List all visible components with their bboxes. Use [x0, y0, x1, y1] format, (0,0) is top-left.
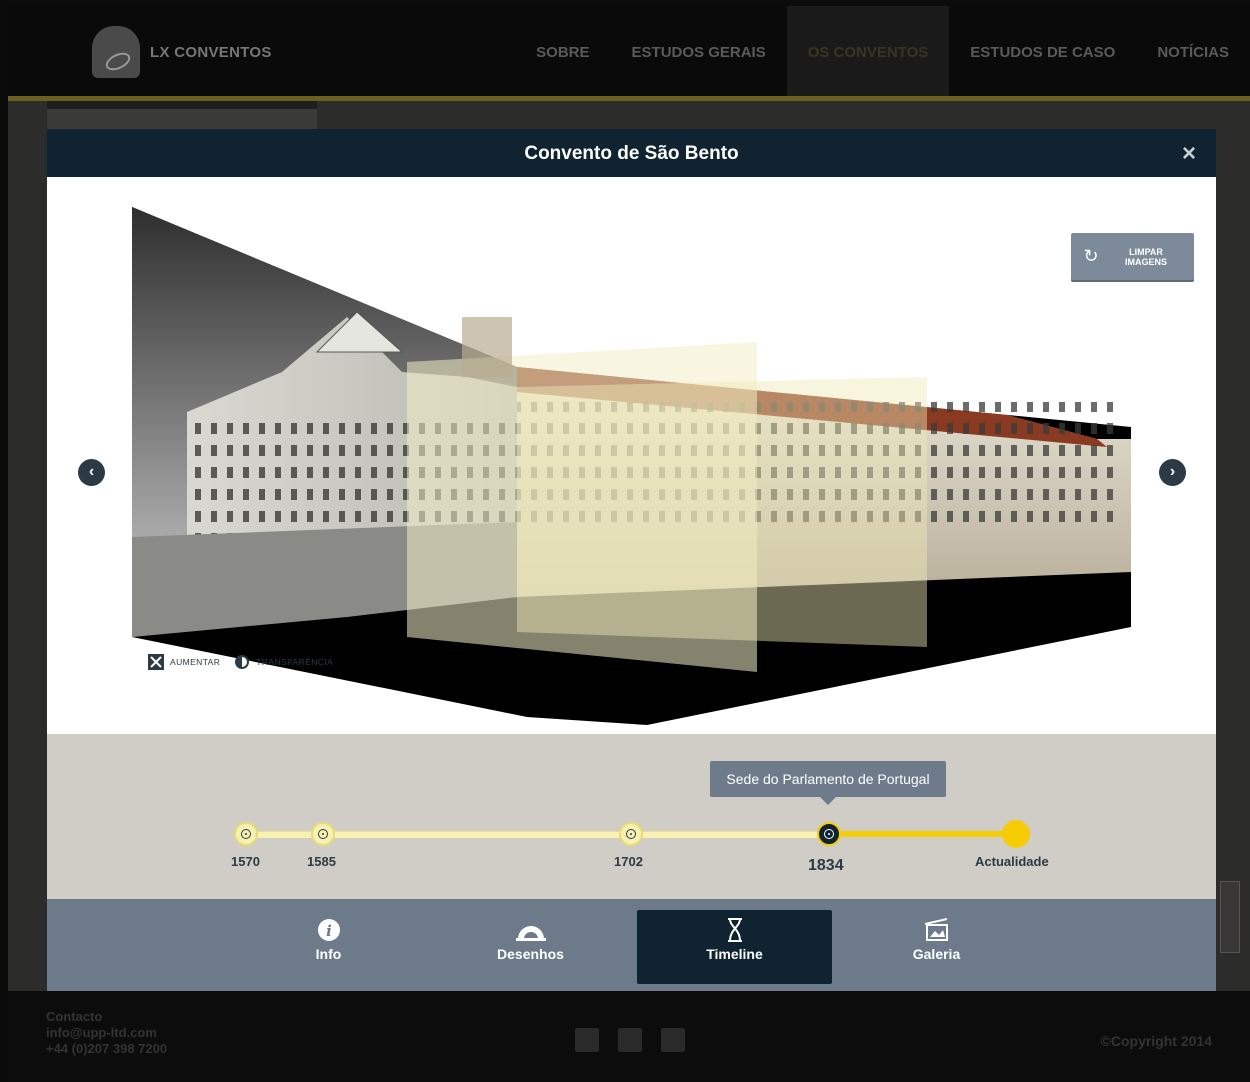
facebook-icon[interactable] [575, 1028, 599, 1052]
background-side-panel [47, 101, 317, 129]
modal-title: Convento de São Bento [524, 143, 739, 164]
overlay-plane-1834 [517, 377, 927, 647]
timeline-label-1702: 1702 [614, 854, 643, 869]
timeline-node-1570[interactable] [234, 822, 258, 846]
timeline-track-active [830, 831, 1016, 837]
reset-icon: ↻ [1083, 246, 1099, 266]
tab-timeline[interactable]: Timeline [637, 910, 832, 984]
gallery-icon [924, 918, 948, 941]
nav-menu: SOBRE ESTUDOS GERAIS OS CONVENTOS ESTUDO… [515, 6, 1250, 96]
expand-icon [148, 654, 164, 670]
hourglass-icon [727, 918, 742, 942]
timeline-label-actualidade: Actualidade [975, 854, 1049, 869]
nav-item-noticias[interactable]: NOTÍCIAS [1136, 6, 1250, 96]
svg-text:i: i [326, 922, 332, 940]
contrast-icon [235, 655, 250, 669]
info-icon: i [317, 919, 340, 941]
bell-logo-icon [92, 26, 140, 78]
top-navigation: LX CONVENTOS SOBRE ESTUDOS GERAIS OS CON… [8, 6, 1250, 96]
brand-logo[interactable]: LX CONVENTOS [92, 26, 272, 78]
modal-tabs: i Info Desenhos Timeline Galeria [47, 899, 1216, 991]
tab-info[interactable]: i Info [231, 910, 426, 984]
contact-phone: +44 (0)207 398 7200 [46, 1041, 168, 1056]
zoom-label: AUMENTAR [170, 657, 221, 667]
footer: Contacto info@upp-ltd.com +44 (0)207 398… [8, 991, 1250, 1082]
social-links [575, 1028, 685, 1052]
clear-images-button[interactable]: ↻ LIMPAR IMAGENS [1071, 233, 1194, 280]
image-viewer: ‹ › ↻ LIMPAR IMAGENS AUMENTAR TRANSPARÊN… [47, 177, 1216, 734]
contact-email[interactable]: info@upp-ltd.com [46, 1025, 167, 1041]
nav-item-sobre[interactable]: SOBRE [515, 6, 610, 96]
tower [462, 317, 512, 377]
nav-item-os-conventos[interactable]: OS CONVENTOS [786, 6, 950, 96]
timeline-label-1570: 1570 [231, 854, 260, 869]
zoom-tool[interactable]: AUMENTAR [148, 654, 220, 670]
convent-image-stage[interactable] [47, 177, 1216, 734]
google-plus-icon[interactable] [661, 1028, 685, 1052]
transparency-label: TRANSPARÊNCIA [256, 657, 334, 667]
tab-desenhos[interactable]: Desenhos [433, 910, 628, 984]
tab-desenhos-label: Desenhos [497, 946, 564, 962]
tab-galeria[interactable]: Galeria [839, 910, 1034, 984]
timeline-label-1834: 1834 [808, 857, 844, 874]
background-panel-edge [1220, 881, 1240, 953]
footer-contact: Contacto info@upp-ltd.com +44 (0)207 398… [46, 1009, 167, 1057]
close-icon[interactable]: × [1182, 140, 1196, 168]
timeline-bar: Sede do Parlamento de Portugal 1570 1585… [47, 734, 1216, 899]
tab-galeria-label: Galeria [912, 946, 961, 962]
clear-images-label: LIMPAR IMAGENS [1124, 246, 1167, 267]
viewer-tools: AUMENTAR TRANSPARÊNCIA [148, 654, 333, 670]
previous-image-button[interactable]: ‹ [78, 459, 105, 486]
convent-modal: Convento de São Bento × ‹ › ↻ LIMPAR IMA… [47, 129, 1216, 991]
timeline-tooltip: Sede do Parlamento de Portugal [710, 761, 946, 805]
contact-title: Contacto [46, 1009, 103, 1024]
copyright: ©Copyright 2014 [1100, 1033, 1212, 1049]
timeline-node-1834[interactable] [817, 822, 841, 846]
tab-timeline-label: Timeline [706, 946, 763, 962]
protractor-icon [515, 926, 546, 941]
timeline-label-1585: 1585 [307, 854, 336, 869]
tab-info-label: Info [315, 946, 342, 962]
timeline-node-actualidade[interactable] [1002, 820, 1030, 848]
timeline-node-1702[interactable] [619, 822, 643, 846]
timeline-node-1585[interactable] [311, 822, 335, 846]
modal-header: Convento de São Bento × [47, 129, 1216, 177]
next-image-button[interactable]: › [1159, 459, 1186, 486]
nav-item-estudos-de-caso[interactable]: ESTUDOS DE CASO [949, 6, 1136, 96]
brand-name: LX CONVENTOS [150, 43, 272, 61]
nav-item-estudos-gerais[interactable]: ESTUDOS GERAIS [611, 6, 787, 96]
twitter-icon[interactable] [618, 1028, 642, 1052]
transparency-tool[interactable]: TRANSPARÊNCIA [234, 654, 333, 670]
